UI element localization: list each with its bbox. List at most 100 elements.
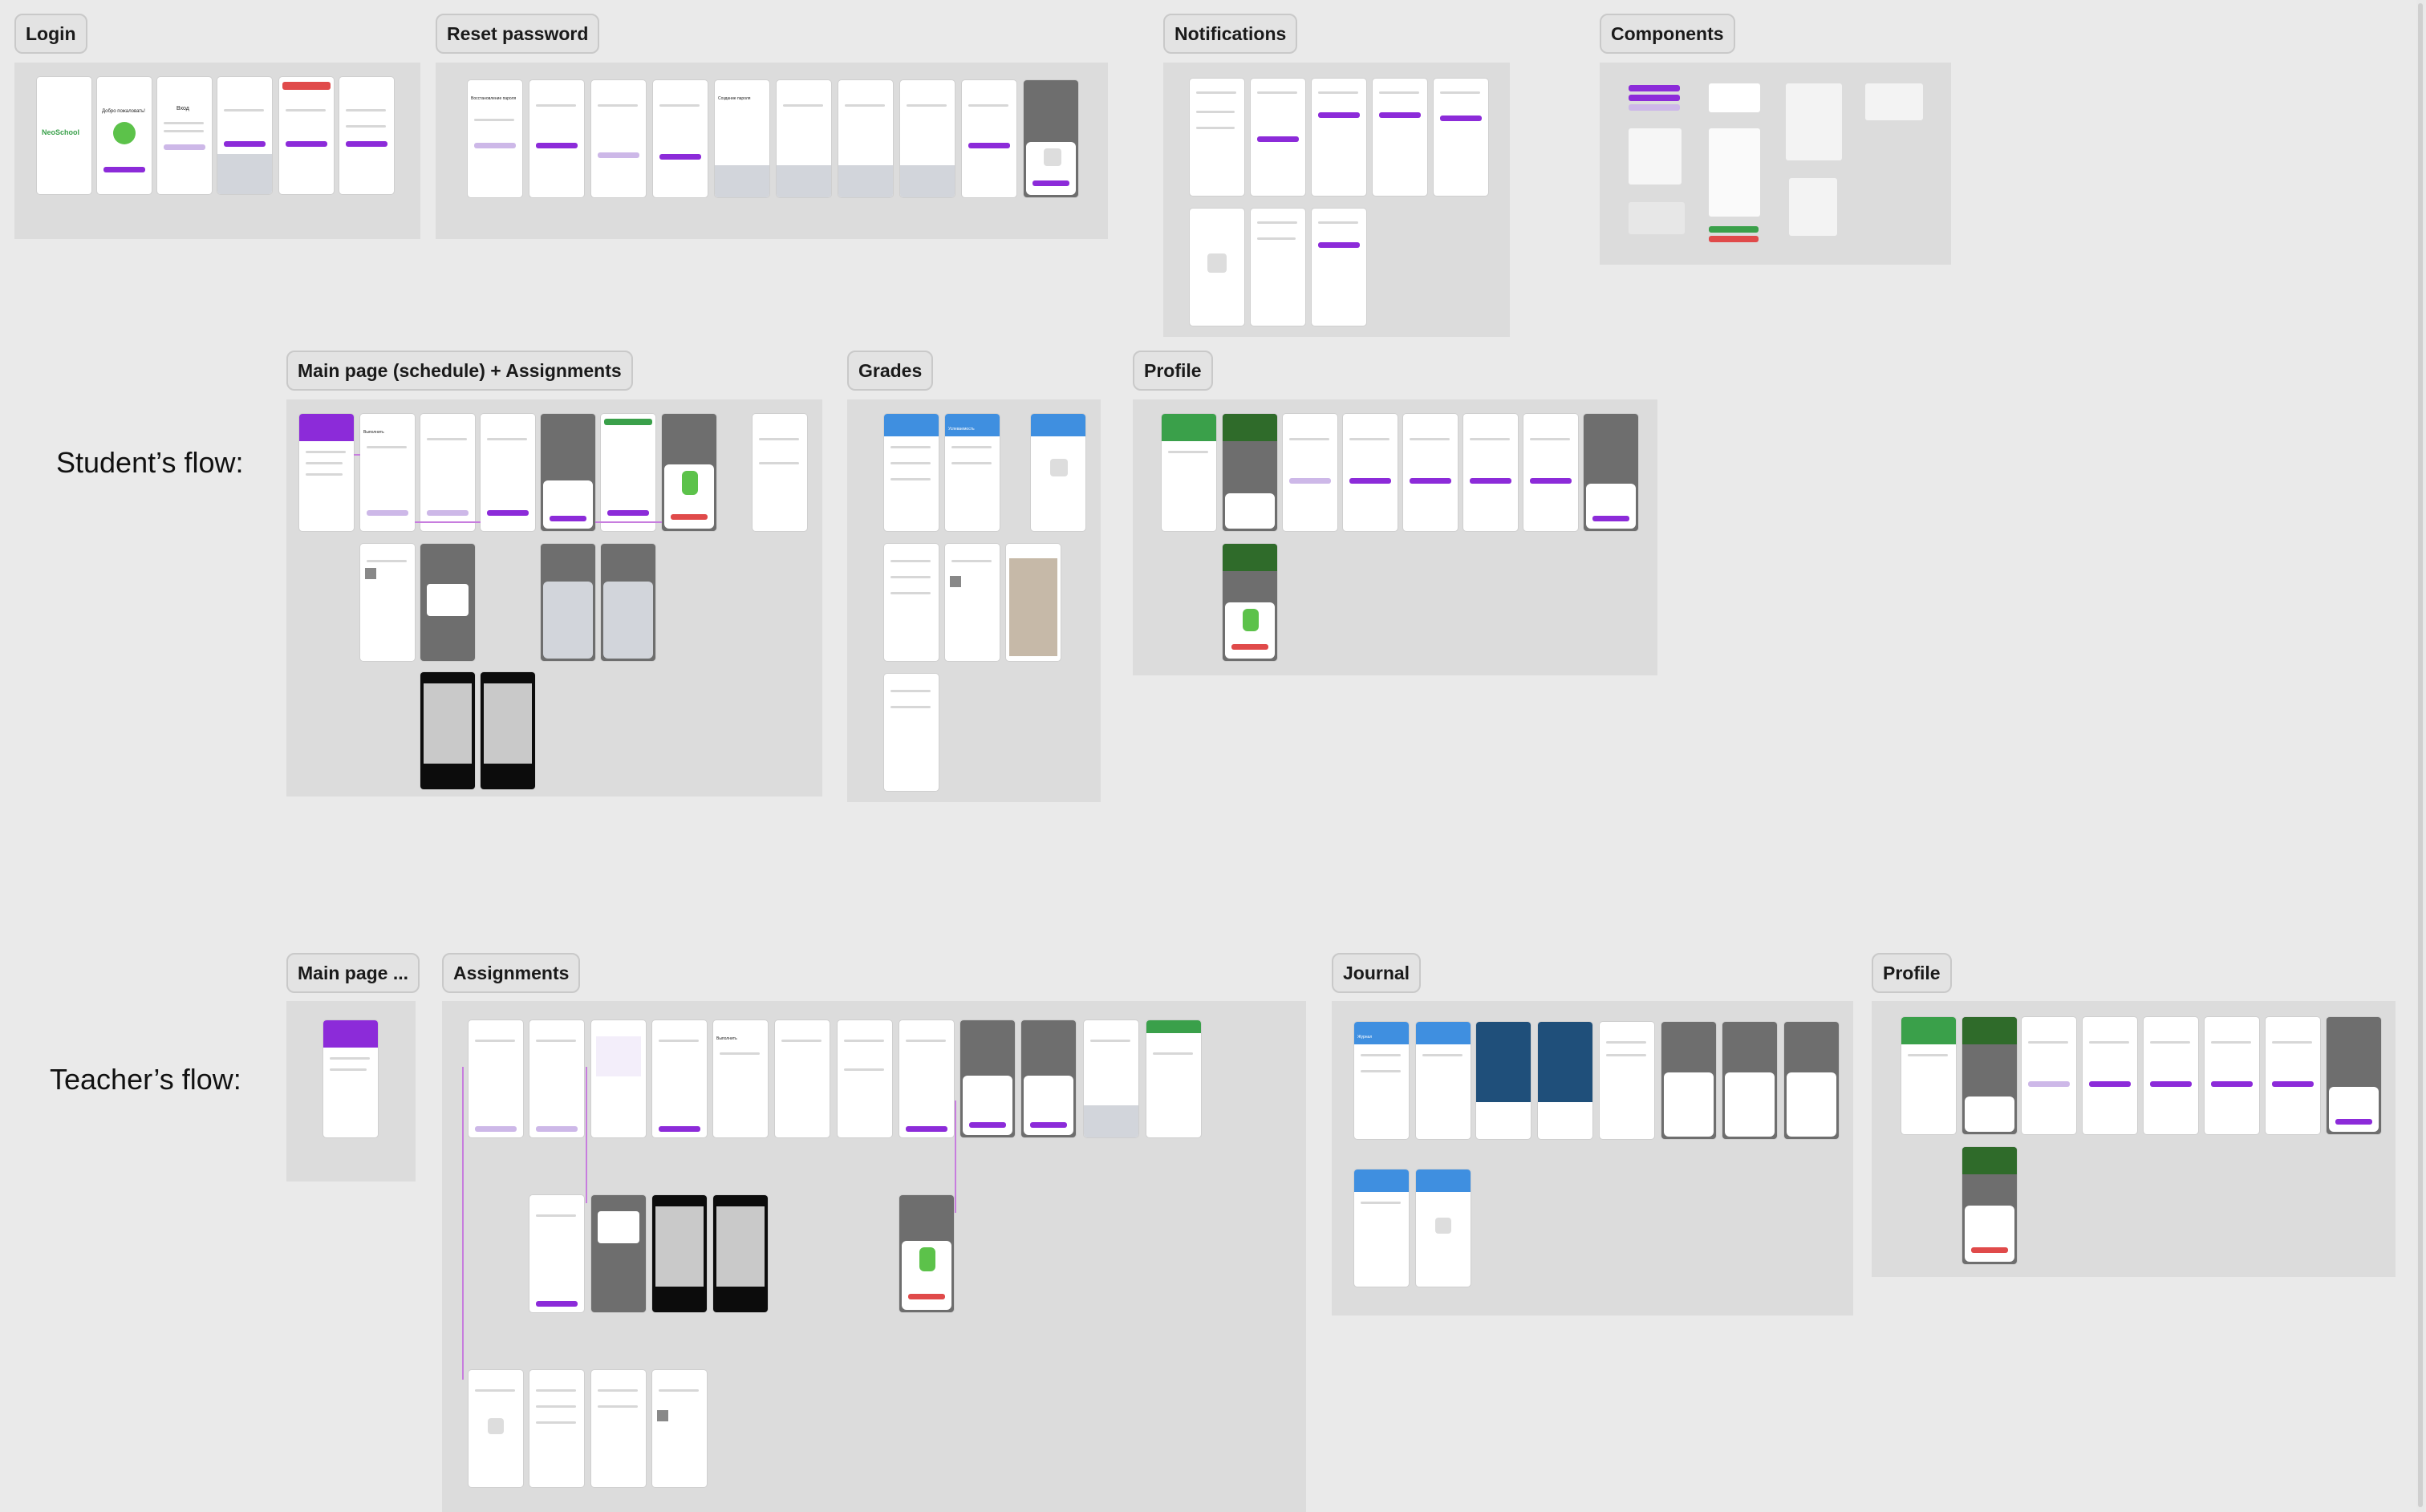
- section-label-teacher-profile[interactable]: Profile: [1872, 953, 1952, 993]
- student-profile-edit-2[interactable]: [1343, 414, 1398, 531]
- journal-screen-2[interactable]: [1416, 1022, 1471, 1139]
- reset-screen-1[interactable]: Восстановление пароля: [468, 80, 522, 197]
- journal-screen-7[interactable]: [1416, 1169, 1471, 1287]
- student-assignment-success[interactable]: [662, 414, 716, 531]
- section-label-reset-password[interactable]: Reset password: [436, 14, 600, 54]
- student-profile-edit-1[interactable]: [1283, 414, 1337, 531]
- section-label-teacher-main[interactable]: Main page ...: [286, 953, 420, 993]
- teacher-camera-screen-1[interactable]: [652, 1195, 707, 1312]
- journal-modal-1[interactable]: [1661, 1022, 1716, 1139]
- section-label-components[interactable]: Components: [1600, 14, 1735, 54]
- notification-screen-2[interactable]: [1251, 79, 1305, 196]
- teacher-profile-edit-4[interactable]: [2205, 1017, 2259, 1134]
- student-assignment-keyboard-2[interactable]: [601, 544, 655, 661]
- student-assignment-modal-2[interactable]: [420, 544, 475, 661]
- teacher-schedule-screen[interactable]: [323, 1020, 378, 1137]
- grades-detail-2[interactable]: [945, 544, 1000, 661]
- notification-screen-7[interactable]: [1251, 209, 1305, 326]
- student-logout-modal[interactable]: [1223, 544, 1277, 661]
- student-assignment-screen-2[interactable]: [420, 414, 475, 531]
- section-label-teacher-assignments[interactable]: Assignments: [442, 953, 581, 993]
- journal-screen-6[interactable]: [1354, 1169, 1409, 1287]
- teacher-profile-success[interactable]: [2327, 1017, 2381, 1134]
- student-profile-edit-4[interactable]: [1463, 414, 1518, 531]
- section-label-student-profile[interactable]: Profile: [1133, 351, 1213, 391]
- reset-screen-6[interactable]: [777, 80, 831, 197]
- login-welcome-screen[interactable]: Добро пожаловать!: [97, 77, 152, 194]
- section-label-student-grades[interactable]: Grades: [847, 351, 934, 391]
- reset-screen-9[interactable]: [962, 80, 1016, 197]
- teacher-assignment-screen-3[interactable]: [652, 1020, 707, 1137]
- section-label-teacher-journal[interactable]: Journal: [1332, 953, 1422, 993]
- journal-screen-1[interactable]: Журнал: [1354, 1022, 1409, 1139]
- reset-screen-2[interactable]: [529, 80, 584, 197]
- teacher-students-screen-2[interactable]: [529, 1370, 584, 1487]
- student-profile-edit-3[interactable]: [1403, 414, 1458, 531]
- teacher-profile-edit-3[interactable]: [2144, 1017, 2198, 1134]
- reset-screen-3[interactable]: [591, 80, 646, 197]
- notification-screen-3[interactable]: [1312, 79, 1366, 196]
- teacher-grade-modal-2[interactable]: [1021, 1020, 1076, 1137]
- section-label-notifications[interactable]: Notifications: [1163, 14, 1298, 54]
- journal-modal-2[interactable]: [1722, 1022, 1777, 1139]
- teacher-students-screen-1[interactable]: [469, 1370, 523, 1487]
- student-assignment-screen-6[interactable]: [360, 544, 415, 661]
- journal-screen-4[interactable]: [1538, 1022, 1592, 1139]
- teacher-calendar-screen[interactable]: [591, 1020, 646, 1137]
- scrollbar-thumb[interactable]: [2418, 3, 2423, 1507]
- journal-screen-3[interactable]: [1476, 1022, 1531, 1139]
- grades-photo[interactable]: [1006, 544, 1061, 661]
- student-assignment-screen-4[interactable]: [601, 414, 655, 531]
- student-assignment-screen-5[interactable]: [753, 414, 807, 531]
- student-assignment-screen-1[interactable]: Выполнить: [360, 414, 415, 531]
- teacher-assignment-modal[interactable]: [591, 1195, 646, 1312]
- notification-screen-5[interactable]: [1434, 79, 1488, 196]
- reset-screen-8[interactable]: [900, 80, 955, 197]
- notification-screen-8[interactable]: [1312, 209, 1366, 326]
- teacher-assignment-screen-4[interactable]: Выполнить: [713, 1020, 768, 1137]
- teacher-logout-modal[interactable]: [1962, 1147, 2017, 1264]
- teacher-grade-modal-1[interactable]: [960, 1020, 1015, 1137]
- teacher-profile-edit-2[interactable]: [2083, 1017, 2137, 1134]
- grades-detail-3[interactable]: [884, 674, 939, 791]
- teacher-assignment-screen-2[interactable]: [529, 1020, 584, 1137]
- reset-screen-4[interactable]: [653, 80, 708, 197]
- teacher-profile-screen[interactable]: [1901, 1017, 1956, 1134]
- notification-screen-1[interactable]: [1190, 79, 1244, 196]
- grades-screen-3[interactable]: [1031, 414, 1085, 531]
- teacher-assignment-screen-6[interactable]: [838, 1020, 892, 1137]
- teacher-profile-edit-5[interactable]: [2266, 1017, 2320, 1134]
- teacher-assignment-screen-8[interactable]: [529, 1195, 584, 1312]
- login-form-screen[interactable]: Вход: [157, 77, 212, 194]
- notification-screen-6[interactable]: [1190, 209, 1244, 326]
- teacher-profile-menu[interactable]: [1962, 1017, 2017, 1134]
- student-profile-screen[interactable]: [1162, 414, 1216, 531]
- section-label-student-main[interactable]: Main page (schedule) + Assignments: [286, 351, 633, 391]
- student-profile-menu[interactable]: [1223, 414, 1277, 531]
- teacher-assignment-screen-1[interactable]: [469, 1020, 523, 1137]
- login-filled-screen[interactable]: [339, 77, 394, 194]
- teacher-grade-done[interactable]: [1146, 1020, 1201, 1137]
- teacher-students-screen-4[interactable]: [652, 1370, 707, 1487]
- student-camera-screen-1[interactable]: [420, 672, 475, 789]
- grades-screen-2[interactable]: Успеваемость: [945, 414, 1000, 531]
- journal-screen-5[interactable]: [1600, 1022, 1654, 1139]
- canvas-vertical-scrollbar[interactable]: [2416, 0, 2424, 1512]
- student-profile-edit-5[interactable]: [1523, 414, 1578, 531]
- grades-detail-1[interactable]: [884, 544, 939, 661]
- student-assignment-screen-3[interactable]: [481, 414, 535, 531]
- grades-screen-1[interactable]: [884, 414, 939, 531]
- reset-success-screen[interactable]: [1024, 80, 1078, 197]
- teacher-assignment-screen-7[interactable]: [899, 1020, 954, 1137]
- section-label-login[interactable]: Login: [14, 14, 87, 54]
- student-schedule-screen[interactable]: [299, 414, 354, 531]
- teacher-profile-edit-1[interactable]: [2022, 1017, 2076, 1134]
- reset-screen-5[interactable]: Создание пароля: [715, 80, 769, 197]
- teacher-confirm-modal[interactable]: [899, 1195, 954, 1312]
- student-camera-screen-2[interactable]: [481, 672, 535, 789]
- teacher-students-screen-3[interactable]: [591, 1370, 646, 1487]
- student-assignment-keyboard-1[interactable]: [541, 544, 595, 661]
- login-keyboard-screen[interactable]: [217, 77, 272, 194]
- login-error-screen[interactable]: [279, 77, 334, 194]
- teacher-assignment-screen-5[interactable]: [775, 1020, 830, 1137]
